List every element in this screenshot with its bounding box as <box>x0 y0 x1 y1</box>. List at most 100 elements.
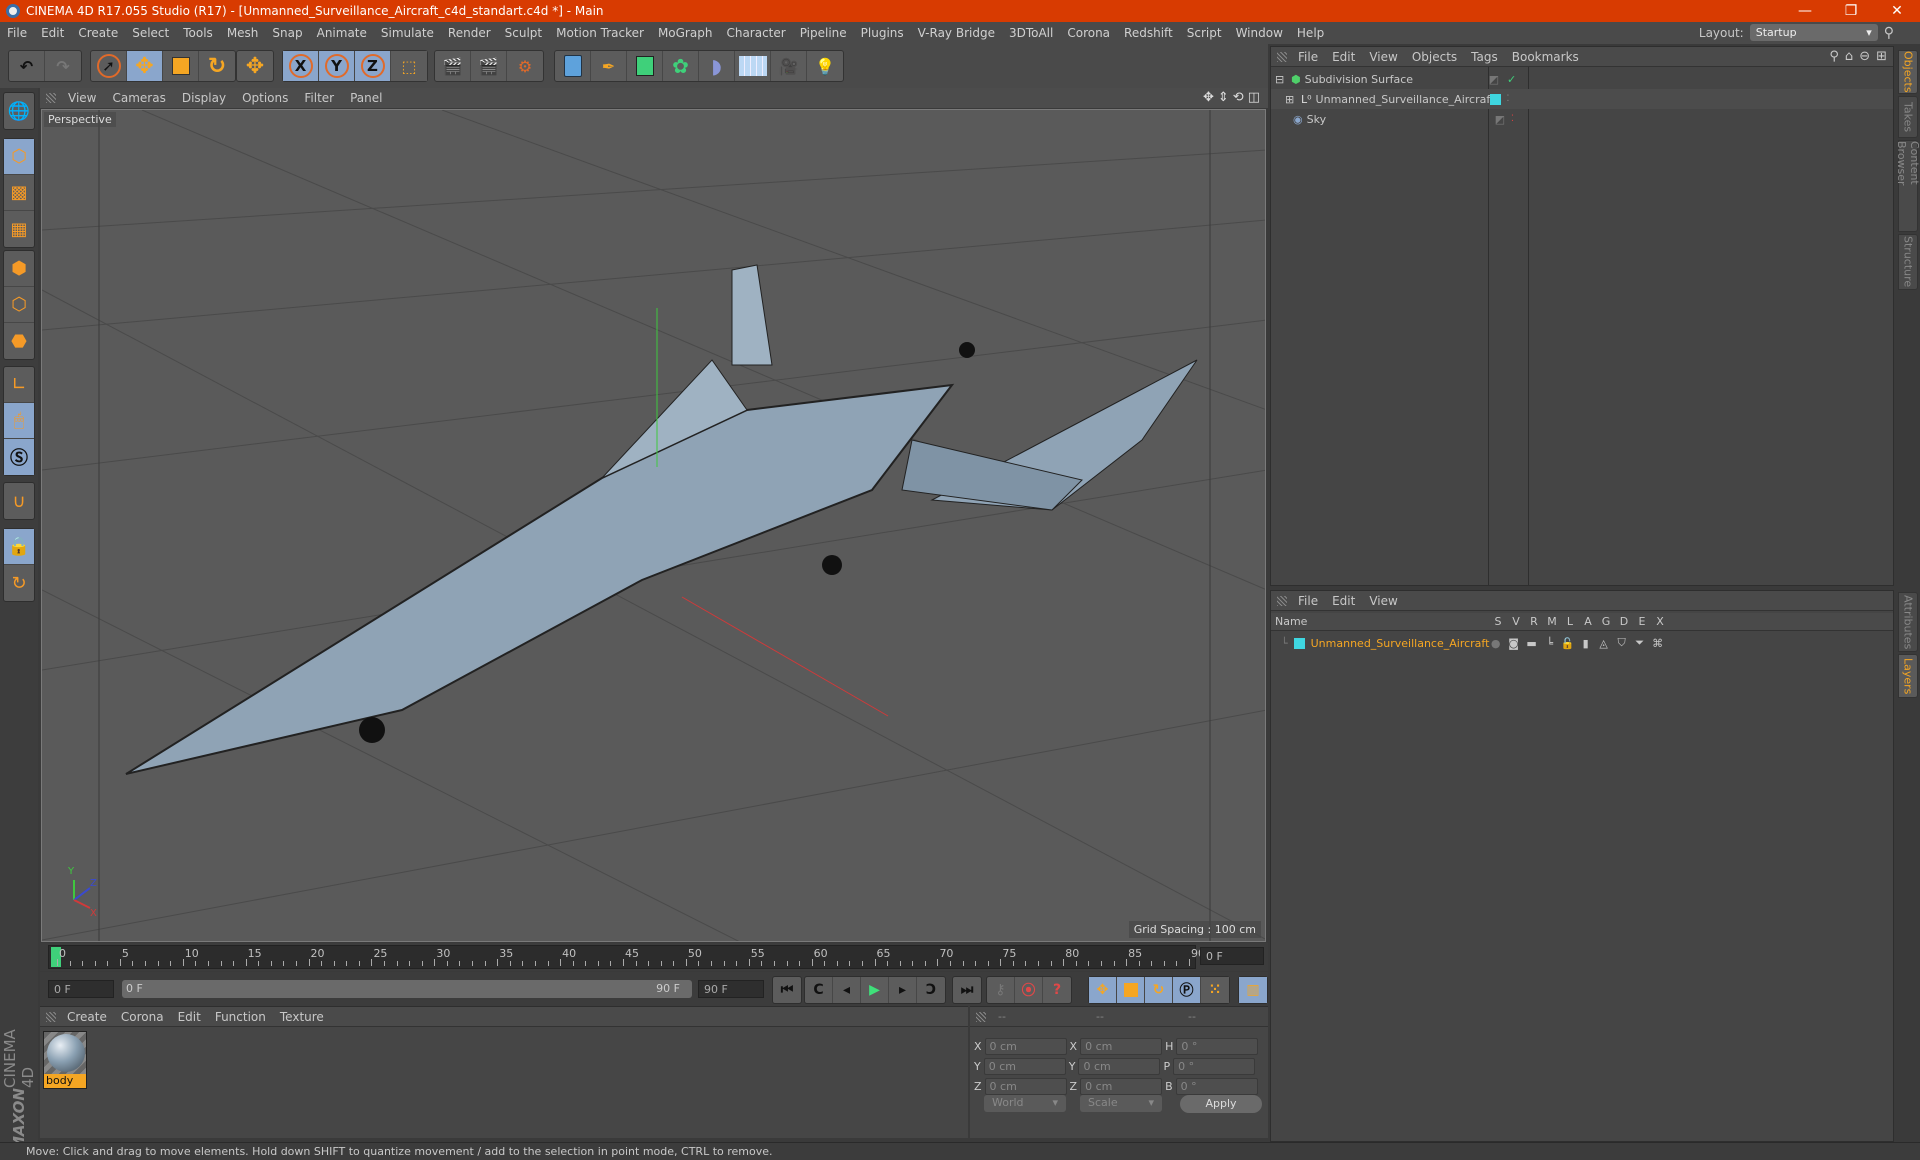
previous-key-button[interactable]: C <box>805 977 833 1003</box>
render-picture-viewer-button[interactable]: 🎬 <box>471 51 507 81</box>
3d-viewport[interactable]: Y Z X Perspective Grid Spacing : 100 cm <box>41 109 1266 942</box>
viewport-menu-panel[interactable]: Panel <box>342 91 390 105</box>
render-view-button[interactable]: 🎬 <box>435 51 471 81</box>
search-icon[interactable]: ⚲ <box>1829 49 1839 64</box>
material-swatch[interactable]: body <box>43 1031 87 1089</box>
scale-tool-button[interactable] <box>163 51 199 81</box>
minimize-button[interactable]: — <box>1782 0 1828 22</box>
x-axis-lock-button[interactable]: X <box>283 51 319 81</box>
tab-objects[interactable]: Objects <box>1898 50 1918 94</box>
maximize-view-icon[interactable]: ◫ <box>1248 90 1260 105</box>
om-menu-edit[interactable]: Edit <box>1325 50 1362 64</box>
menu-tools[interactable]: Tools <box>176 26 220 40</box>
solo-button[interactable]: Ⓢ <box>4 439 34 475</box>
manager-tree-icon[interactable]: ╘ <box>1541 637 1559 650</box>
material-menu-create[interactable]: Create <box>60 1010 114 1024</box>
menu-mograph[interactable]: MoGraph <box>651 26 720 40</box>
grip-icon[interactable] <box>1277 595 1287 606</box>
menu-help[interactable]: Help <box>1290 26 1331 40</box>
home-icon[interactable]: ⌂ <box>1845 49 1853 64</box>
material-menu-corona[interactable]: Corona <box>114 1010 171 1024</box>
layout-dropdown[interactable]: Startup ▾ <box>1749 24 1878 41</box>
go-to-end-button[interactable]: ⏭ <box>953 977 981 1003</box>
start-frame-field[interactable]: 0 F <box>48 980 114 998</box>
viewport-menu-cameras[interactable]: Cameras <box>104 91 173 105</box>
viewport-menu-display[interactable]: Display <box>174 91 234 105</box>
rot-h-field[interactable]: 0 ° <box>1176 1037 1259 1055</box>
render-settings-button[interactable]: ⚙ <box>507 51 543 81</box>
last-tool-button[interactable]: ✥ <box>237 51 273 81</box>
material-menu-function[interactable]: Function <box>208 1010 273 1024</box>
dolly-icon[interactable]: ⇕ <box>1218 90 1229 105</box>
coordinate-space-dropdown[interactable]: World ▾ <box>984 1095 1066 1112</box>
apply-button[interactable]: Apply <box>1180 1095 1262 1113</box>
menu-plugins[interactable]: Plugins <box>854 26 911 40</box>
menu-pipeline[interactable]: Pipeline <box>793 26 854 40</box>
menu-mesh[interactable]: Mesh <box>220 26 266 40</box>
grip-icon[interactable] <box>46 93 56 103</box>
key-point-level-button[interactable]: ⁙ <box>1201 977 1229 1003</box>
view-eye-icon[interactable]: ◙ <box>1505 637 1523 650</box>
om-menu-tags[interactable]: Tags <box>1464 50 1505 64</box>
menu-vray-bridge[interactable]: V-Ray Bridge <box>911 26 1002 40</box>
size-y-field[interactable]: 0 cm <box>1078 1057 1161 1075</box>
grip-icon[interactable] <box>46 1011 56 1022</box>
animation-icon[interactable]: ▮ <box>1577 637 1595 650</box>
light-button[interactable]: 💡 <box>807 51 843 81</box>
tab-takes[interactable]: Takes <box>1898 96 1918 138</box>
xref-icon[interactable]: ⌘ <box>1649 637 1667 650</box>
pan-icon[interactable]: ✥ <box>1203 90 1214 105</box>
z-axis-lock-button[interactable]: Z <box>355 51 391 81</box>
menu-sculpt[interactable]: Sculpt <box>498 26 549 40</box>
layer-row[interactable]: └ Unmanned_Surveillance_Aircraft ● ◙ ▬ ╘… <box>1271 633 1893 653</box>
collapse-icon[interactable]: ⊟ <box>1275 73 1287 86</box>
pos-x-field[interactable]: 0 cm <box>984 1037 1067 1055</box>
model-mode-button[interactable]: ⬡ <box>4 139 34 175</box>
expression-icon[interactable]: ⏷ <box>1631 636 1649 650</box>
tab-layers[interactable]: Layers <box>1898 654 1918 698</box>
key-rotation-button[interactable]: ↻ <box>1145 977 1173 1003</box>
tab-content-browser[interactable]: Content Browser <box>1895 140 1920 232</box>
lm-menu-file[interactable]: File <box>1291 594 1325 608</box>
menu-file[interactable]: File <box>0 26 34 40</box>
viewport-menu-view[interactable]: View <box>60 91 104 105</box>
menu-3dtoall[interactable]: 3DToAll <box>1002 26 1060 40</box>
texture-mode-button[interactable]: ▩ <box>4 175 34 211</box>
om-menu-objects[interactable]: Objects <box>1405 50 1464 64</box>
material-menu-edit[interactable]: Edit <box>171 1010 208 1024</box>
floor-button[interactable] <box>735 51 771 81</box>
object-row-aircraft[interactable]: ⊞ L⁰ Unmanned_Surveillance_Aircraft ⁚ <box>1271 89 1893 109</box>
lm-menu-edit[interactable]: Edit <box>1325 594 1362 608</box>
make-editable-button[interactable]: 🌐 <box>4 93 34 129</box>
menu-select[interactable]: Select <box>125 26 176 40</box>
material-menu-texture[interactable]: Texture <box>273 1010 331 1024</box>
rotate-tool-button[interactable]: ↻ <box>199 51 235 81</box>
align-workplane-button[interactable]: ↻ <box>4 565 34 601</box>
deformer-button[interactable]: ◗ <box>699 51 735 81</box>
previous-frame-button[interactable]: ◂ <box>833 977 861 1003</box>
tweak-mode-button[interactable]: 🖱 <box>4 403 34 439</box>
column-solo[interactable]: S <box>1489 615 1507 628</box>
column-manager[interactable]: M <box>1543 615 1561 628</box>
menu-motion-tracker[interactable]: Motion Tracker <box>549 26 651 40</box>
layer-color-swatch[interactable] <box>1489 93 1501 105</box>
autokey-button[interactable]: ? <box>1043 977 1071 1003</box>
menu-redshift[interactable]: Redshift <box>1117 26 1180 40</box>
menu-character[interactable]: Character <box>719 26 792 40</box>
solo-dot-icon[interactable]: ● <box>1487 637 1505 650</box>
restore-button[interactable]: ❐ <box>1828 0 1874 22</box>
eye-icon[interactable]: ⊖ <box>1859 49 1870 64</box>
object-row-sky[interactable]: ◉ Sky ◩ ⁚ <box>1271 109 1893 129</box>
close-button[interactable]: ✕ <box>1874 0 1920 22</box>
column-xref[interactable]: X <box>1651 615 1669 628</box>
menu-edit[interactable]: Edit <box>34 26 71 40</box>
timeline-window-button[interactable]: ▥ <box>1239 977 1267 1003</box>
timeline-ruler[interactable]: 0 5 10 15 20 25 30 35 40 45 50 55 60 65 70 75 80 85 90 <box>48 945 1205 969</box>
column-deformers[interactable]: D <box>1615 615 1633 628</box>
menu-snap[interactable]: Snap <box>265 26 309 40</box>
menu-render[interactable]: Render <box>441 26 498 40</box>
column-locked[interactable]: L <box>1561 615 1579 628</box>
menu-script[interactable]: Script <box>1180 26 1229 40</box>
viewport-menu-options[interactable]: Options <box>234 91 296 105</box>
cloner-button[interactable]: ✿ <box>663 51 699 81</box>
